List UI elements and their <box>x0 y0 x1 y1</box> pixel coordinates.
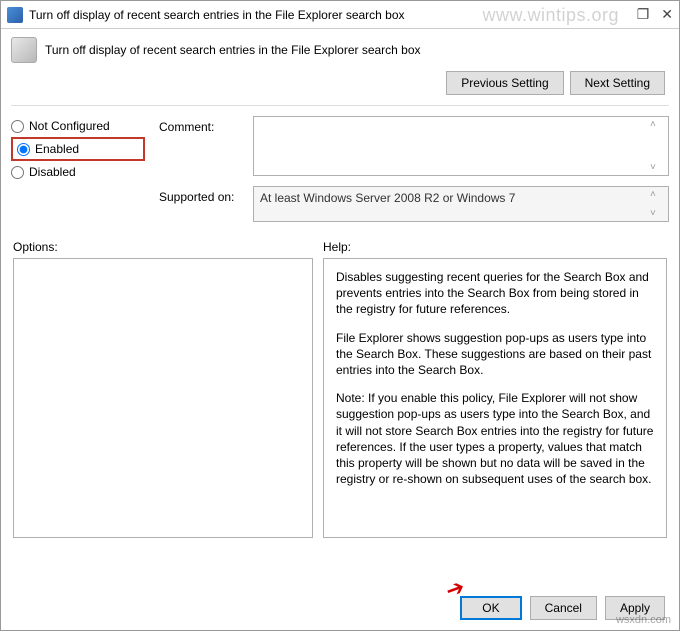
radio-not-configured-input[interactable] <box>11 120 24 133</box>
apply-button[interactable]: Apply <box>605 596 665 620</box>
window-title: Turn off display of recent search entrie… <box>29 8 637 22</box>
scroll-down-icon: ˅ <box>650 208 666 219</box>
radio-enabled-label: Enabled <box>35 142 79 156</box>
policy-title: Turn off display of recent search entrie… <box>45 43 669 57</box>
radio-disabled[interactable]: Disabled <box>11 162 145 182</box>
comment-label: Comment: <box>159 116 245 176</box>
radio-disabled-input[interactable] <box>11 166 24 179</box>
help-paragraph: Disables suggesting recent queries for t… <box>336 269 654 318</box>
help-paragraph: Note: If you enable this policy, File Ex… <box>336 390 654 487</box>
radio-disabled-label: Disabled <box>29 165 76 179</box>
highlight-box: Enabled <box>11 137 145 161</box>
comment-textarea[interactable]: ˄˅ <box>253 116 669 176</box>
scroll-up-icon: ˄ <box>650 119 666 130</box>
titlebar: Turn off display of recent search entrie… <box>1 1 679 29</box>
help-paragraph: File Explorer shows suggestion pop-ups a… <box>336 330 654 379</box>
radio-enabled[interactable]: Enabled <box>17 139 139 159</box>
policy-icon <box>11 37 37 63</box>
gpedit-policy-dialog: Turn off display of recent search entrie… <box>0 0 680 631</box>
options-label: Options: <box>13 236 313 258</box>
previous-setting-button[interactable]: Previous Setting <box>446 71 563 95</box>
radio-not-configured-label: Not Configured <box>29 119 110 133</box>
help-label: Help: <box>323 236 667 258</box>
state-radio-group: Not Configured Enabled Disabled <box>11 116 145 232</box>
ok-button[interactable]: OK <box>460 596 521 620</box>
close-icon[interactable]: ✕ <box>661 6 673 23</box>
scroll-down-icon: ˅ <box>650 162 666 173</box>
help-panel: Disables suggesting recent queries for t… <box>323 258 667 538</box>
maximize-icon[interactable]: ❐ <box>637 6 650 23</box>
radio-enabled-input[interactable] <box>17 143 30 156</box>
radio-not-configured[interactable]: Not Configured <box>11 116 145 136</box>
app-icon <box>7 7 23 23</box>
options-panel <box>13 258 313 538</box>
cancel-button[interactable]: Cancel <box>530 596 597 620</box>
supported-label: Supported on: <box>159 186 245 222</box>
dialog-footer: OK Cancel Apply <box>460 596 665 620</box>
supported-on-text: At least Windows Server 2008 R2 or Windo… <box>253 186 669 222</box>
next-setting-button[interactable]: Next Setting <box>570 71 665 95</box>
scroll-up-icon: ˄ <box>650 189 666 200</box>
